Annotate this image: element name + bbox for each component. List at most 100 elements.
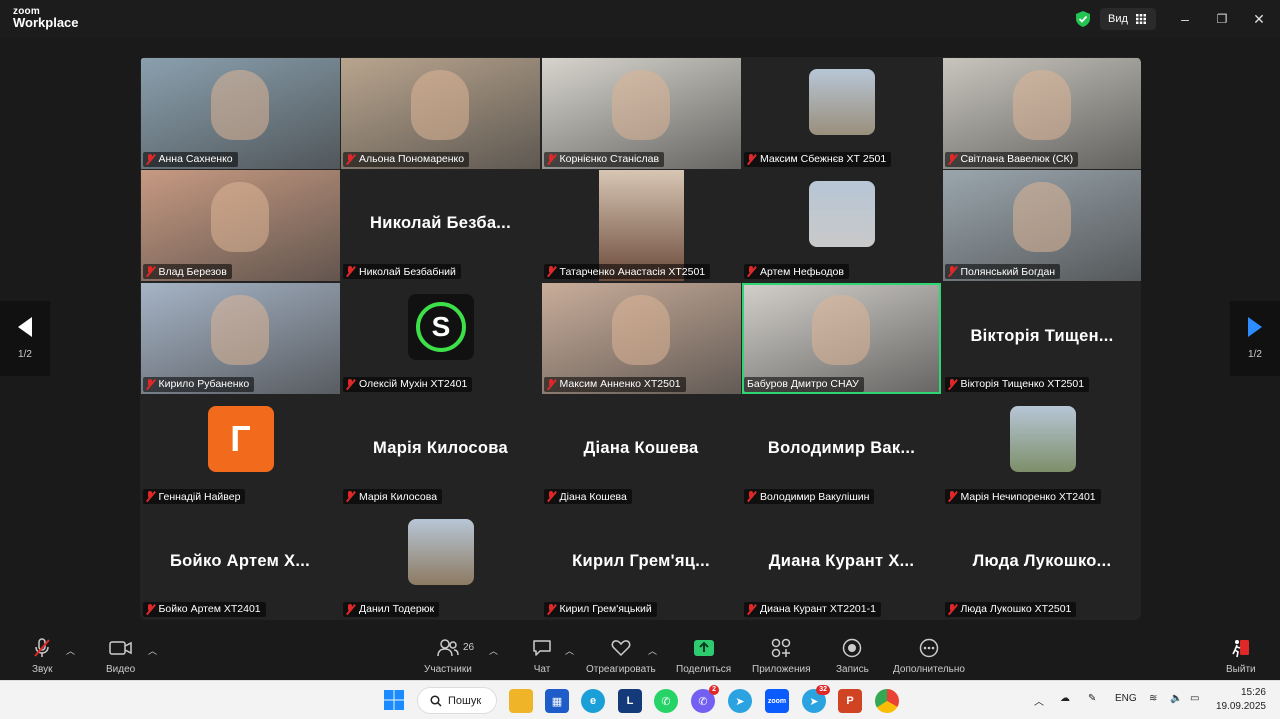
mic-muted-icon bbox=[146, 153, 155, 165]
file-explorer-icon[interactable] bbox=[509, 689, 533, 713]
participant-tile[interactable]: Вікторія Тищен... Вікторія Тищенко ХТ2501 bbox=[942, 282, 1141, 394]
weather-icon[interactable]: ☁ bbox=[1060, 693, 1070, 704]
participant-display-name: Марія Килосова bbox=[373, 439, 508, 457]
participant-name: Альона Пономаренко bbox=[359, 153, 465, 165]
pen-icon[interactable]: ✎ bbox=[1088, 693, 1096, 704]
participant-tile[interactable]: Артем Нефьодов bbox=[742, 170, 941, 281]
participant-tile[interactable]: Диана Курант Х... Диана Курант ХТ2201-1 bbox=[742, 507, 941, 619]
participant-tile[interactable]: Бойко Артем Х... Бойко Артем ХТ2401 bbox=[140, 507, 340, 619]
view-button[interactable]: Вид bbox=[1100, 8, 1156, 30]
restore-icon[interactable]: ❐ bbox=[1212, 9, 1232, 29]
participant-name-tag: Марія Килосова bbox=[343, 489, 443, 504]
video-button[interactable]: Видео bbox=[106, 638, 135, 675]
participant-tile[interactable]: Влад Березов bbox=[140, 170, 340, 281]
next-page-button[interactable]: 1/2 bbox=[1230, 301, 1280, 376]
viber-icon[interactable]: ✆ 2 bbox=[691, 685, 719, 713]
windows-taskbar: Пошук ▦ e L ✆ ✆ 2 ➤ zoom ➤ 32 P ︿ ☁ ✎ ENG … bbox=[0, 680, 1280, 719]
participant-name: Максим Сбежнєв ХТ 2501 bbox=[760, 153, 887, 165]
chat-options-chevron-icon[interactable]: ︿ bbox=[565, 644, 574, 657]
mic-muted-icon bbox=[146, 491, 155, 502]
participant-tile[interactable]: Максим Сбежнєв ХТ 2501 bbox=[742, 57, 941, 169]
participant-tile[interactable]: Г Геннадій Найвер bbox=[140, 395, 340, 506]
grid-icon bbox=[1135, 14, 1146, 24]
participants-icon bbox=[437, 638, 459, 658]
search-label: Пошук bbox=[448, 694, 482, 707]
video-options-chevron-icon[interactable]: ︿ bbox=[148, 644, 157, 657]
chrome-icon[interactable] bbox=[875, 689, 899, 713]
mic-muted-icon bbox=[547, 266, 556, 277]
participant-tile[interactable]: Марія Нечипоренко ХТ2401 bbox=[942, 395, 1141, 506]
telegram-badge: 32 bbox=[816, 685, 830, 695]
powerpoint-icon[interactable]: P bbox=[838, 689, 862, 713]
prev-page-button[interactable]: 1/2 bbox=[0, 301, 50, 376]
mic-muted-icon bbox=[346, 491, 355, 502]
participant-video bbox=[1012, 182, 1071, 252]
participant-name: Татарченко Анастасія ХТ2501 bbox=[559, 265, 706, 278]
participants-options-chevron-icon[interactable]: ︿ bbox=[489, 644, 498, 657]
react-options-chevron-icon[interactable]: ︿ bbox=[648, 644, 657, 657]
participant-tile[interactable]: Данил Тодерюк bbox=[341, 507, 540, 619]
leave-icon bbox=[1231, 638, 1251, 658]
participant-tile[interactable]: Марія Килосова Марія Килосова bbox=[341, 395, 540, 506]
edge-icon[interactable]: e bbox=[581, 689, 605, 713]
participant-tile[interactable]: Татарченко Анастасія ХТ2501 bbox=[541, 170, 741, 281]
participant-tile[interactable]: Кирил Грем'яц... Кирил Грем'яцький bbox=[541, 507, 741, 619]
participant-tile[interactable]: Володимир Вак... Володимир Вакулішин bbox=[742, 395, 941, 506]
zoom-logo: zoom Workplace bbox=[13, 6, 79, 29]
battery-icon[interactable]: ▭ bbox=[1190, 693, 1199, 704]
mic-muted-icon bbox=[948, 266, 957, 277]
participant-tile[interactable]: S Олексій Мухін ХТ2401 bbox=[341, 282, 540, 394]
more-button[interactable]: Дополнительно bbox=[893, 638, 965, 675]
participant-tile[interactable]: Кирило Рубаненко bbox=[140, 282, 340, 394]
zoom-taskbar-icon[interactable]: zoom bbox=[765, 689, 789, 713]
participant-tile[interactable]: Максим Анненко ХТ2501 bbox=[541, 282, 741, 394]
telegram-2-icon[interactable]: ➤ 32 bbox=[802, 685, 830, 713]
participant-display-name: Володимир Вак... bbox=[767, 439, 916, 457]
participant-name: Диана Курант ХТ2201-1 bbox=[760, 603, 876, 615]
mic-muted-icon bbox=[547, 153, 556, 165]
tray-chevron-icon[interactable]: ︿ bbox=[1034, 693, 1044, 708]
whatsapp-icon[interactable]: ✆ bbox=[654, 689, 678, 713]
audio-button[interactable]: Звук bbox=[32, 638, 53, 675]
participant-name: Влад Березов bbox=[158, 265, 227, 278]
view-label: Вид bbox=[1108, 13, 1128, 25]
close-icon[interactable]: ✕ bbox=[1249, 9, 1269, 29]
security-shield-icon[interactable] bbox=[1076, 11, 1090, 27]
volume-icon[interactable]: 🔈 bbox=[1170, 693, 1182, 704]
participant-tile[interactable]: Полянський Богдан bbox=[942, 170, 1141, 281]
participant-display-name: Діана Кошева bbox=[583, 439, 699, 457]
taskbar-search[interactable]: Пошук bbox=[417, 687, 497, 714]
record-button[interactable]: Запись bbox=[836, 638, 869, 675]
participant-name: Вікторія Тищенко ХТ2501 bbox=[960, 378, 1085, 390]
participant-avatar bbox=[809, 181, 875, 247]
participant-tile[interactable]: Світлана Вавелюк (СК) bbox=[942, 57, 1141, 169]
minimize-icon[interactable]: – bbox=[1175, 9, 1195, 29]
participant-avatar bbox=[1009, 406, 1076, 472]
apps-button[interactable]: Приложения bbox=[752, 638, 811, 675]
mic-muted-icon bbox=[547, 603, 556, 615]
chat-button[interactable]: Чат bbox=[532, 638, 552, 675]
react-button[interactable]: Отреагировать bbox=[586, 638, 656, 675]
telegram-icon[interactable]: ➤ bbox=[728, 689, 752, 713]
audio-options-chevron-icon[interactable]: ︿ bbox=[66, 644, 75, 657]
participant-tile[interactable]: Корнієнко Станіслав bbox=[541, 57, 741, 169]
page-indicator-left: 1/2 bbox=[18, 349, 32, 360]
participant-tile[interactable]: Альона Пономаренко bbox=[341, 57, 540, 169]
share-button[interactable]: Поделиться bbox=[676, 638, 731, 675]
wifi-icon[interactable]: ≋ bbox=[1149, 693, 1157, 704]
store-icon[interactable]: ▦ bbox=[545, 689, 569, 713]
language-indicator[interactable]: ENG bbox=[1115, 693, 1137, 704]
participant-tile[interactable]: Бабуров Дмитро СНАУ bbox=[742, 282, 941, 394]
share-label: Поделиться bbox=[676, 664, 732, 675]
participant-tile[interactable]: Люда Лукошко... Люда Лукошко ХТ2501 bbox=[942, 507, 1141, 619]
participant-avatar bbox=[809, 68, 875, 135]
system-clock[interactable]: 15:26 19.09.2025 bbox=[1216, 686, 1266, 714]
participant-tile[interactable]: Діана Кошева Діана Кошева bbox=[541, 395, 741, 506]
windows-start-icon[interactable] bbox=[384, 690, 404, 710]
participant-tile[interactable]: Николай Безба... Николай Безбабний bbox=[341, 170, 540, 281]
participant-name: Артем Нефьодов bbox=[760, 265, 844, 278]
leave-button[interactable]: Выйти bbox=[1226, 638, 1256, 675]
more-dots-icon bbox=[919, 638, 939, 658]
l-app-icon[interactable]: L bbox=[618, 689, 642, 713]
participant-tile[interactable]: Анна Сахненко bbox=[140, 57, 340, 169]
